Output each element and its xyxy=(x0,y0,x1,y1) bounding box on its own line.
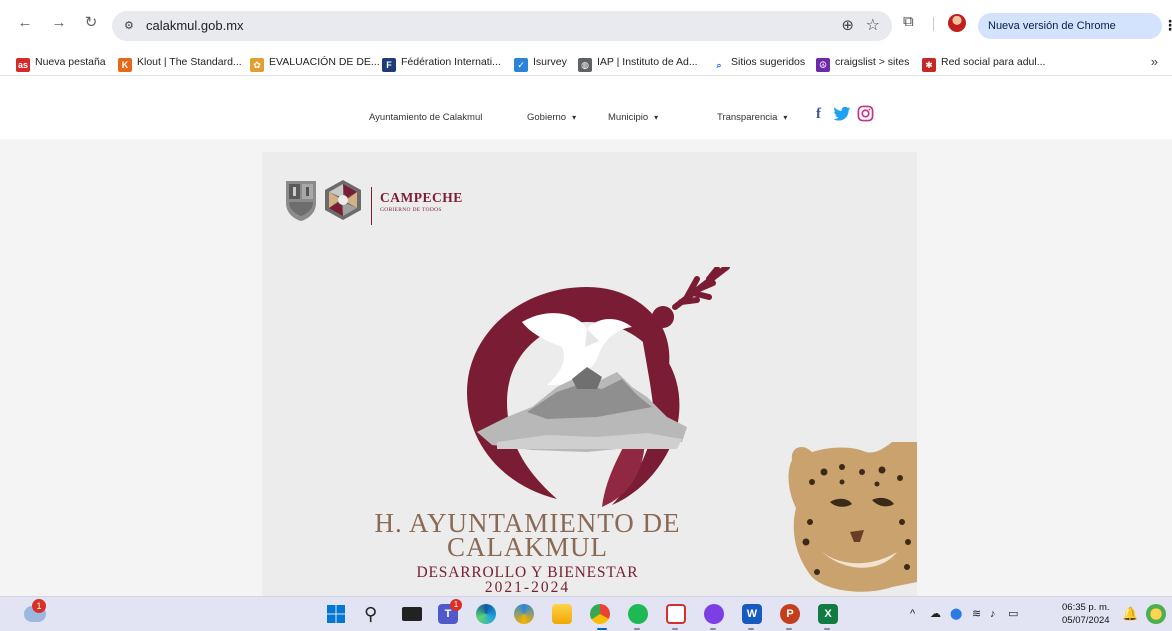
onedrive-icon[interactable]: ☁ xyxy=(930,607,941,621)
file-explorer-icon[interactable] xyxy=(552,604,572,624)
copilot-icon[interactable] xyxy=(1146,604,1166,624)
site-navigation: Ayuntamiento de Calakmul Gobierno ▾ Munic… xyxy=(0,77,1172,139)
weather-badge: 1 xyxy=(32,599,46,613)
campeche-subtitle: GOBIERNO DE TODOS xyxy=(380,207,442,213)
facebook-icon[interactable]: f xyxy=(816,105,821,123)
bookmark-item[interactable]: ☮ craigslist > sites xyxy=(816,54,909,72)
windows-start-icon[interactable] xyxy=(326,604,346,624)
fei-icon: F xyxy=(382,58,396,72)
running-indicator xyxy=(710,628,716,630)
chevron-down-icon: ▾ xyxy=(654,113,659,122)
profile-avatar[interactable] xyxy=(948,14,966,32)
site-settings-icon[interactable]: ⚙ xyxy=(124,19,138,33)
windows-taskbar: 1 ⚲ T 1 W P X ^ ☁ ⬤ ≋ ♪ ▭ 06:35 p. m. 05… xyxy=(0,596,1172,631)
nav-gobierno[interactable]: Gobierno ▾ xyxy=(527,112,576,123)
peace-icon: ☮ xyxy=(816,58,830,72)
nav-municipio[interactable]: Municipio ▾ xyxy=(608,112,658,123)
edge-beta-icon[interactable] xyxy=(514,604,534,624)
twitter-icon[interactable] xyxy=(833,106,851,122)
bookmark-item[interactable]: ⌕ Sitios sugeridos xyxy=(712,54,805,72)
back-arrow-icon[interactable]: ← xyxy=(16,14,34,32)
edge-icon[interactable] xyxy=(476,604,496,624)
excel-icon[interactable]: X xyxy=(818,604,838,624)
running-indicator xyxy=(824,628,830,630)
campeche-shield-icon xyxy=(286,181,316,221)
bookmark-item[interactable]: ✿ EVALUACIÓN DE DE... xyxy=(250,54,380,72)
forward-arrow-icon[interactable]: → xyxy=(50,14,68,32)
proton-vpn-icon[interactable] xyxy=(704,604,724,624)
teams-badge: 1 xyxy=(450,599,462,611)
bookmark-item[interactable]: as Nueva pestaña xyxy=(16,54,106,72)
check-icon: ✓ xyxy=(514,58,528,72)
chrome-icon[interactable] xyxy=(590,604,610,624)
calakmul-emblem-icon xyxy=(467,267,730,507)
battery-icon[interactable]: ▭ xyxy=(1008,607,1018,621)
extensions-icon[interactable]: ⧉ xyxy=(903,14,919,30)
bookmark-star-icon[interactable]: ☆ xyxy=(866,15,880,35)
task-view-icon[interactable] xyxy=(402,607,422,621)
word-icon[interactable]: W xyxy=(742,604,762,624)
bookmark-item[interactable]: ✱ Red social para adul... xyxy=(922,54,1045,72)
campeche-logo-icon xyxy=(325,180,361,220)
browser-toolbar: ← → ↻ ⚙ calakmul.gob.mx ⊕ ☆ ⧉ Nueva vers… xyxy=(0,0,1172,58)
search-icon: ⌕ xyxy=(712,58,726,72)
poster-title-line2: CALAKMUL xyxy=(447,532,608,562)
running-indicator xyxy=(634,628,640,630)
search-icon[interactable]: ⚲ xyxy=(364,604,384,624)
reload-icon[interactable]: ↻ xyxy=(82,14,100,32)
medal-icon: ✿ xyxy=(250,58,264,72)
clock-date: 05/07/2024 xyxy=(1062,615,1110,626)
address-bar[interactable]: ⚙ calakmul.gob.mx ⊕ ☆ xyxy=(112,11,892,41)
clock-time: 06:35 p. m. xyxy=(1062,602,1110,613)
powerpoint-icon[interactable]: P xyxy=(780,604,800,624)
chrome-running-indicator xyxy=(597,628,607,630)
bookmarks-bar: as Nueva pestaña K Klout | The Standard...… xyxy=(0,46,1172,76)
wifi-icon[interactable]: ≋ xyxy=(972,607,981,621)
bookmark-item[interactable]: F Fédération Internati... xyxy=(382,54,501,72)
acrobat-icon[interactable] xyxy=(666,604,686,624)
bookmark-item[interactable]: K Klout | The Standard... xyxy=(118,54,242,72)
system-clock[interactable]: 06:35 p. m. 05/07/2024 xyxy=(1062,601,1110,627)
security-icon[interactable]: ⬤ xyxy=(950,607,962,621)
globe-icon: ◍ xyxy=(578,58,592,72)
nav-ayuntamiento[interactable]: Ayuntamiento de Calakmul xyxy=(369,112,482,123)
klout-icon: K xyxy=(118,58,132,72)
chevron-down-icon: ▾ xyxy=(783,113,788,122)
poster-years: 2021-2024 xyxy=(484,579,571,596)
campeche-divider xyxy=(371,187,372,225)
chevron-down-icon: ▾ xyxy=(572,113,577,122)
as-icon: as xyxy=(16,58,30,72)
chrome-update-button[interactable]: Nueva versión de Chrome disponible xyxy=(978,13,1162,58)
red-social-icon: ✱ xyxy=(922,58,936,72)
more-bookmarks-icon[interactable]: » xyxy=(1151,54,1158,69)
campeche-title: CAMPECHE xyxy=(380,190,463,205)
toolbar-divider xyxy=(933,17,934,31)
chevron-up-icon[interactable]: ^ xyxy=(910,607,915,621)
notification-bell-icon[interactable]: 🔔 xyxy=(1122,607,1138,621)
bookmark-item[interactable]: ◍ IAP | Instituto de Ad... xyxy=(578,54,698,72)
spotify-icon[interactable] xyxy=(628,604,648,624)
volume-icon[interactable]: ♪ xyxy=(990,607,996,621)
running-indicator xyxy=(748,628,754,630)
instagram-icon[interactable] xyxy=(857,105,874,122)
nav-transparencia[interactable]: Transparencia ▾ xyxy=(717,112,787,123)
running-indicator xyxy=(672,628,678,630)
web-page: Ayuntamiento de Calakmul Gobierno ▾ Munic… xyxy=(0,77,1172,596)
more-menu-icon[interactable]: ⋮ xyxy=(1163,18,1172,32)
bookmark-item[interactable]: ✓ Isurvey xyxy=(514,54,567,72)
zoom-icon[interactable]: ⊕ xyxy=(841,16,854,34)
url-text[interactable]: calakmul.gob.mx xyxy=(146,18,244,33)
hero-poster: CAMPECHE GOBIERNO DE TODOS H. AYUNTAMIEN… xyxy=(262,152,917,596)
running-indicator xyxy=(786,628,792,630)
